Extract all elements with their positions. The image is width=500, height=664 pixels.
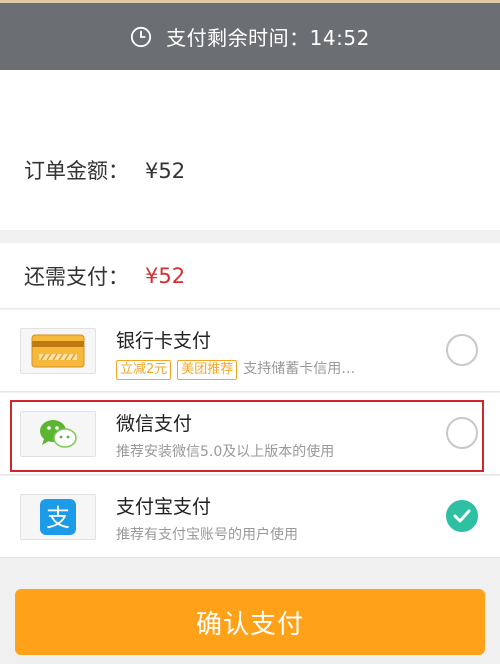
bank-card-pay-desc-text: 支持储蓄卡信用… <box>243 361 356 377</box>
bank-card-logo <box>20 328 96 374</box>
ticket-scallop-edge <box>0 212 500 227</box>
alipay-radio[interactable] <box>446 500 478 532</box>
countdown-header: 支付剩余时间：14:52 <box>0 0 500 70</box>
wechat-logo <box>20 411 96 457</box>
bank-card-icon <box>31 334 85 368</box>
bank-card-pay-desc: 立减2元 美团推荐 支持储蓄卡信用… <box>116 358 355 380</box>
confirm-payment-button[interactable]: 确认支付 <box>15 589 485 655</box>
remaining-payment-value: ¥52 <box>145 263 186 288</box>
recommend-tag: 美团推荐 <box>177 360 238 380</box>
bank-card-pay-name: 银行卡支付 <box>116 330 212 352</box>
order-ticket <box>0 70 500 230</box>
remaining-payment-row: 还需支付： ¥52 <box>0 243 500 309</box>
svg-text:支: 支 <box>46 504 70 532</box>
wechat-radio[interactable] <box>446 417 478 449</box>
alipay-pay-desc: 推荐有支付宝账号的用户使用 <box>116 527 298 543</box>
wechat-pay-desc: 推荐安装微信5.0及以上版本的使用 <box>116 444 335 460</box>
order-amount-value: ¥52 <box>145 159 186 183</box>
payment-option-bank-card[interactable]: 银行卡支付 立减2元 美团推荐 支持储蓄卡信用… <box>0 310 500 392</box>
order-amount-row: 订单金额： ¥52 <box>24 155 185 185</box>
countdown-label: 支付剩余时间：14:52 <box>166 26 370 50</box>
alipay-icon: 支 <box>40 499 76 535</box>
checkmark-icon <box>453 509 471 523</box>
remaining-payment-label: 还需支付： <box>24 264 129 289</box>
order-amount-label: 订单金额： <box>24 159 129 183</box>
bank-card-radio[interactable] <box>446 334 478 366</box>
payment-option-alipay[interactable]: 支 支付宝支付 推荐有支付宝账号的用户使用 <box>0 476 500 558</box>
alipay-logo: 支 <box>20 494 96 540</box>
wechat-pay-name: 微信支付 <box>116 413 193 435</box>
wechat-icon <box>40 420 77 448</box>
clock-icon <box>131 26 152 47</box>
discount-tag: 立减2元 <box>116 360 172 380</box>
payment-option-wechat[interactable]: 微信支付 推荐安装微信5.0及以上版本的使用 <box>0 393 500 475</box>
alipay-pay-name: 支付宝支付 <box>116 496 212 518</box>
